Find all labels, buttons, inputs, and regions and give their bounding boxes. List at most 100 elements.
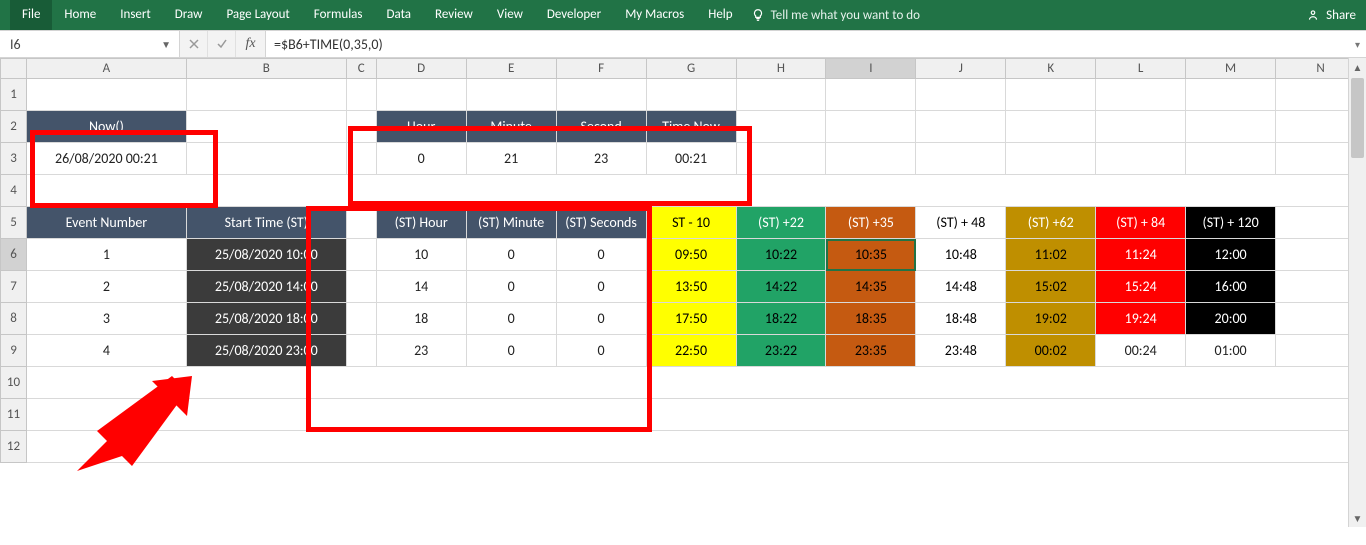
name-box-input[interactable] (8, 35, 138, 54)
cell-K6[interactable]: 11:02 (1006, 239, 1096, 271)
cell-J6[interactable]: 10:48 (916, 239, 1006, 271)
cell-K8[interactable]: 19:02 (1006, 303, 1096, 335)
formula-expand-icon[interactable]: ▾ (1355, 38, 1360, 51)
cell-D7[interactable]: 14 (376, 271, 466, 303)
cell-D8[interactable]: 18 (376, 303, 466, 335)
col-header-K[interactable]: K (1006, 59, 1096, 79)
col-header-J[interactable]: J (916, 59, 1006, 79)
cell-K5[interactable]: (ST) +62 (1006, 207, 1096, 239)
cell-I5[interactable]: (ST) +35 (826, 207, 916, 239)
cell-G2[interactable]: Time Now (646, 111, 736, 143)
cell-A5[interactable]: Event Number (26, 207, 186, 239)
cell-F9[interactable]: 0 (556, 335, 646, 367)
cell-G5[interactable]: ST - 10 (646, 207, 736, 239)
cell-A2[interactable]: Now() (26, 111, 186, 143)
scroll-down-icon[interactable]: ▼ (1349, 509, 1366, 527)
cell-F2[interactable]: Second (556, 111, 646, 143)
cancel-formula-button[interactable] (180, 31, 208, 57)
scroll-thumb[interactable] (1351, 78, 1364, 158)
cell-H6[interactable]: 10:22 (736, 239, 826, 271)
row-header-11[interactable]: 11 (1, 399, 27, 431)
vertical-scrollbar[interactable]: ▲ ▼ (1348, 58, 1366, 527)
cell-D2[interactable]: Hour (376, 111, 466, 143)
cell-M7[interactable]: 16:00 (1186, 271, 1276, 303)
cell-F6[interactable]: 0 (556, 239, 646, 271)
row-header-1[interactable]: 1 (1, 79, 27, 111)
cell-L5[interactable]: (ST) + 84 (1096, 207, 1186, 239)
col-header-G[interactable]: G (646, 59, 736, 79)
cell-G7[interactable]: 13:50 (646, 271, 736, 303)
cell-D5[interactable]: (ST) Hour (376, 207, 466, 239)
cell-A8[interactable]: 3 (26, 303, 186, 335)
cell-J7[interactable]: 14:48 (916, 271, 1006, 303)
row-header-9[interactable]: 9 (1, 335, 27, 367)
cell-D3[interactable]: 0 (376, 143, 466, 175)
tab-developer[interactable]: Developer (535, 0, 613, 30)
col-header-C[interactable]: C (346, 59, 376, 79)
cell-L9[interactable]: 00:24 (1096, 335, 1186, 367)
row-header-5[interactable]: 5 (1, 207, 27, 239)
spreadsheet-grid[interactable]: A B C D E F G H I J K L M N 1 2 Now() (0, 58, 1366, 545)
cell-E9[interactable]: 0 (466, 335, 556, 367)
cell-A9[interactable]: 4 (26, 335, 186, 367)
select-all-corner[interactable] (1, 59, 27, 79)
col-header-H[interactable]: H (736, 59, 826, 79)
cell-J8[interactable]: 18:48 (916, 303, 1006, 335)
row-header-8[interactable]: 8 (1, 303, 27, 335)
tab-review[interactable]: Review (423, 0, 485, 30)
cell-E6[interactable]: 0 (466, 239, 556, 271)
col-header-M[interactable]: M (1186, 59, 1276, 79)
row-header-4[interactable]: 4 (1, 175, 27, 207)
row-header-7[interactable]: 7 (1, 271, 27, 303)
cell-K7[interactable]: 15:02 (1006, 271, 1096, 303)
cell-M8[interactable]: 20:00 (1186, 303, 1276, 335)
row-header-3[interactable]: 3 (1, 143, 27, 175)
tab-my-macros[interactable]: My Macros (613, 0, 696, 30)
cell-E5[interactable]: (ST) Minute (466, 207, 556, 239)
share-button[interactable]: Share (1306, 8, 1356, 23)
cell-B5[interactable]: Start Time (ST) (186, 207, 346, 239)
tab-formulas[interactable]: Formulas (302, 0, 375, 30)
cell-H5[interactable]: (ST) +22 (736, 207, 826, 239)
cell-H8[interactable]: 18:22 (736, 303, 826, 335)
cell-F7[interactable]: 0 (556, 271, 646, 303)
col-header-B[interactable]: B (186, 59, 346, 79)
cell-G8[interactable]: 17:50 (646, 303, 736, 335)
name-box-dropdown-icon[interactable]: ▼ (161, 38, 171, 51)
cell-D6[interactable]: 10 (376, 239, 466, 271)
cell-I8[interactable]: 18:35 (826, 303, 916, 335)
row-header-12[interactable]: 12 (1, 431, 27, 463)
row-header-6[interactable]: 6 (1, 239, 27, 271)
formula-input[interactable]: =$B6+TIME(0,35,0) ▾ (266, 31, 1366, 57)
tab-file[interactable]: File (10, 0, 52, 30)
cell-M5[interactable]: (ST) + 120 (1186, 207, 1276, 239)
cell-M9[interactable]: 01:00 (1186, 335, 1276, 367)
cell-A3[interactable]: 26/08/2020 00:21 (26, 143, 186, 175)
cell-E8[interactable]: 0 (466, 303, 556, 335)
tab-page-layout[interactable]: Page Layout (214, 0, 301, 30)
tab-home[interactable]: Home (52, 0, 108, 30)
cell-I9[interactable]: 23:35 (826, 335, 916, 367)
enter-formula-button[interactable] (208, 31, 236, 57)
row-header-2[interactable]: 2 (1, 111, 27, 143)
cell-F8[interactable]: 0 (556, 303, 646, 335)
col-header-A[interactable]: A (26, 59, 186, 79)
scroll-up-icon[interactable]: ▲ (1349, 58, 1366, 76)
cell-M6[interactable]: 12:00 (1186, 239, 1276, 271)
tab-help[interactable]: Help (696, 0, 744, 30)
cell-H7[interactable]: 14:22 (736, 271, 826, 303)
cell-B9[interactable]: 25/08/2020 23:00 (186, 335, 346, 367)
cell-E2[interactable]: Minute (466, 111, 556, 143)
name-box[interactable]: ▼ (0, 31, 180, 57)
tab-draw[interactable]: Draw (163, 0, 215, 30)
tab-data[interactable]: Data (375, 0, 424, 30)
cell-E3[interactable]: 21 (466, 143, 556, 175)
cell-G3[interactable]: 00:21 (646, 143, 736, 175)
col-header-E[interactable]: E (466, 59, 556, 79)
col-header-L[interactable]: L (1096, 59, 1186, 79)
tell-me-search[interactable]: Tell me what you want to do (751, 8, 920, 23)
cell-A6[interactable]: 1 (26, 239, 186, 271)
cell-B7[interactable]: 25/08/2020 14:00 (186, 271, 346, 303)
tab-view[interactable]: View (485, 0, 535, 30)
cell-I7[interactable]: 14:35 (826, 271, 916, 303)
